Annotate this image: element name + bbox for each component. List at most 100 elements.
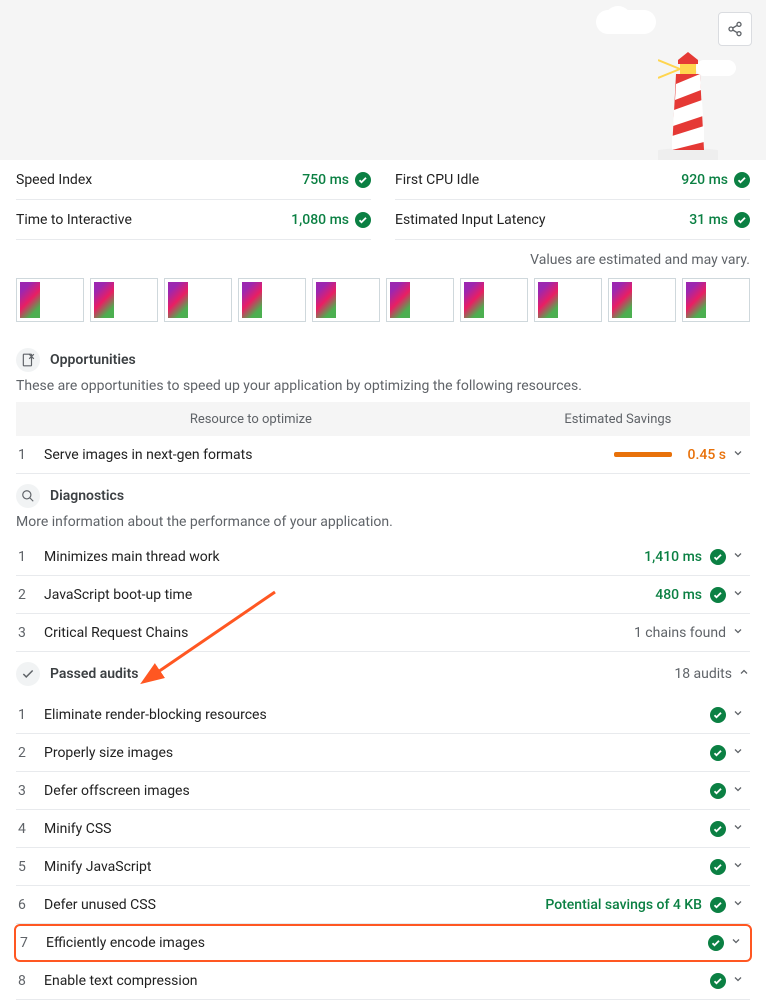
metric-label: Speed Index xyxy=(16,172,92,188)
chevron-down-icon[interactable] xyxy=(726,447,750,463)
estimate-note: Values are estimated and may vary. xyxy=(0,240,766,276)
passed-audit-row[interactable]: 3Defer offscreen images xyxy=(16,772,750,810)
diagnostic-row[interactable]: 2 JavaScript boot-up time 480 ms xyxy=(16,576,750,614)
passed-icon xyxy=(710,821,726,837)
row-label: Minimizes main thread work xyxy=(44,549,644,565)
section-header: Opportunities xyxy=(16,338,750,382)
row-value xyxy=(710,783,726,799)
metrics-grid: Speed Index 750 ms Time to Interactive 1… xyxy=(0,160,766,240)
chevron-down-icon[interactable] xyxy=(726,625,750,641)
chevron-down-icon[interactable] xyxy=(726,587,750,603)
row-num: 8 xyxy=(16,973,44,989)
row-label: Properly size images xyxy=(44,745,710,761)
row-value xyxy=(710,973,726,989)
chevron-down-icon[interactable] xyxy=(726,745,750,761)
filmstrip-frame xyxy=(386,278,454,322)
passed-header[interactable]: Passed audits 18 audits xyxy=(16,652,750,696)
passed-audit-row[interactable]: 5Minify JavaScript xyxy=(16,848,750,886)
passed-audit-row[interactable]: 8Enable text compression xyxy=(16,962,750,1000)
metric-tti: Time to Interactive 1,080 ms xyxy=(16,200,371,240)
diagnostic-row[interactable]: 3 Critical Request Chains 1 chains found xyxy=(16,614,750,652)
chevron-down-icon[interactable] xyxy=(726,783,750,799)
opportunity-row[interactable]: 1 Serve images in next-gen formats 0.45 … xyxy=(16,436,750,474)
row-num: 1 xyxy=(16,447,44,463)
chevron-down-icon[interactable] xyxy=(724,935,748,951)
search-icon xyxy=(16,484,40,508)
filmstrip xyxy=(0,276,766,338)
filmstrip-frame xyxy=(608,278,676,322)
share-icon xyxy=(727,21,743,37)
passed-icon xyxy=(710,783,726,799)
passed-icon xyxy=(355,212,371,228)
row-label: Defer unused CSS xyxy=(44,897,545,913)
passed-icon xyxy=(710,549,726,565)
metric-fci: First CPU Idle 920 ms xyxy=(395,160,750,200)
row-value xyxy=(710,859,726,875)
row-num: 2 xyxy=(16,587,44,603)
row-value xyxy=(708,935,724,951)
row-value xyxy=(710,745,726,761)
row-label: Efficiently encode images xyxy=(46,935,708,951)
savings-bar xyxy=(614,452,672,457)
passed-audit-row[interactable]: 6Defer unused CSSPotential savings of 4 … xyxy=(16,886,750,924)
chevron-down-icon[interactable] xyxy=(726,897,750,913)
passed-icon xyxy=(710,859,726,875)
chevron-down-icon[interactable] xyxy=(726,859,750,875)
passed-audit-row[interactable]: 7Efficiently encode images xyxy=(14,924,752,962)
passed-audits-section: Passed audits 18 audits 1Eliminate rende… xyxy=(0,652,766,1000)
metric-label: First CPU Idle xyxy=(395,172,479,188)
passed-icon xyxy=(710,973,726,989)
passed-count: 18 audits xyxy=(674,666,750,682)
row-num: 5 xyxy=(16,859,44,875)
filmstrip-frame xyxy=(460,278,528,322)
passed-audit-row[interactable]: 2Properly size images xyxy=(16,734,750,772)
chevron-down-icon[interactable] xyxy=(726,821,750,837)
passed-icon xyxy=(710,707,726,723)
row-num: 1 xyxy=(16,707,44,723)
passed-audit-row[interactable]: 4Minify CSS xyxy=(16,810,750,848)
passed-icon xyxy=(708,935,724,951)
diagnostics-section: Diagnostics More information about the p… xyxy=(0,474,766,652)
row-label: Serve images in next-gen formats xyxy=(44,447,614,463)
metric-value: 31 ms xyxy=(689,212,750,228)
row-value: Potential savings of 4 KB xyxy=(545,897,726,913)
diagnostic-row[interactable]: 1 Minimizes main thread work 1,410 ms xyxy=(16,538,750,576)
hero-header xyxy=(0,0,766,160)
row-num: 4 xyxy=(16,821,44,837)
row-num: 3 xyxy=(16,625,44,641)
metric-label: Estimated Input Latency xyxy=(395,212,545,228)
section-desc: More information about the performance o… xyxy=(16,514,750,530)
filmstrip-frame xyxy=(90,278,158,322)
row-num: 7 xyxy=(18,935,46,951)
opportunities-icon xyxy=(16,348,40,372)
passed-audit-row[interactable]: 1Eliminate render-blocking resources xyxy=(16,696,750,734)
metrics-col-left: Speed Index 750 ms Time to Interactive 1… xyxy=(16,160,371,240)
passed-icon xyxy=(355,172,371,188)
th-resource: Resource to optimize xyxy=(16,412,486,427)
section-title: Opportunities xyxy=(50,352,136,368)
row-label: Minify CSS xyxy=(44,821,710,837)
row-label: Critical Request Chains xyxy=(44,625,634,641)
chevron-down-icon[interactable] xyxy=(726,973,750,989)
row-num: 3 xyxy=(16,783,44,799)
passed-icon xyxy=(734,212,750,228)
row-value xyxy=(710,821,726,837)
row-label: Enable text compression xyxy=(44,973,710,989)
chevron-down-icon[interactable] xyxy=(726,707,750,723)
row-value: 480 ms xyxy=(655,587,726,603)
th-savings: Estimated Savings xyxy=(486,412,750,427)
metric-speed-index: Speed Index 750 ms xyxy=(16,160,371,200)
check-icon xyxy=(16,662,40,686)
chevron-up-icon[interactable] xyxy=(738,666,750,682)
filmstrip-frame xyxy=(164,278,232,322)
row-num: 6 xyxy=(16,897,44,913)
share-button[interactable] xyxy=(718,12,752,46)
chevron-down-icon[interactable] xyxy=(726,549,750,565)
metric-value: 1,080 ms xyxy=(291,212,371,228)
opportunities-section: Opportunities These are opportunities to… xyxy=(0,338,766,474)
row-num: 2 xyxy=(16,745,44,761)
row-value xyxy=(710,707,726,723)
section-title: Passed audits xyxy=(50,666,138,682)
filmstrip-frame xyxy=(16,278,84,322)
section-desc: These are opportunities to speed up your… xyxy=(16,378,750,394)
